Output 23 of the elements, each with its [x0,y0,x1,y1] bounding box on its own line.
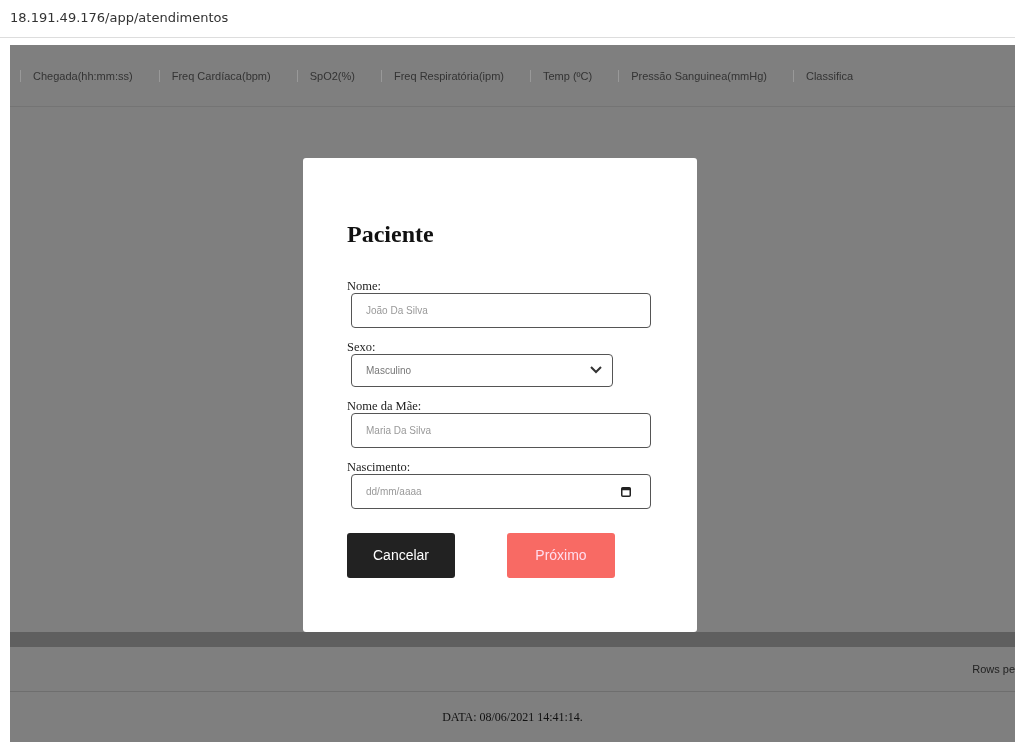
text-field[interactable]: João Da Silva [351,292,651,328]
calendar-icon[interactable] [621,486,631,497]
field-label: Sexo: [347,339,377,354]
column-header[interactable]: Chegada(hh:mm:ss) [20,69,145,82]
date-field[interactable]: dd/mm/aaaa [351,473,651,509]
cancel-button[interactable]: Cancelar [347,532,455,578]
field-label: Nascimento: [347,459,412,474]
column-header[interactable]: Freq Respiratória(ipm) [380,69,516,82]
address-bar[interactable]: 18.191.49.176/app/atendimentos [0,0,1015,38]
column-header[interactable]: Pressão Sanguinea(mmHg) [618,69,779,82]
footer-date-text: DATA: 08/06/2021 14:41:14. [442,709,583,726]
column-header[interactable]: Classifica [792,69,866,82]
column-header[interactable]: Temp (ºC) [530,69,605,82]
chevron-down-icon [590,366,602,375]
field-label: Nome: [347,278,383,293]
select-field[interactable]: Masculino [351,353,613,387]
text-field[interactable]: Maria Da Silva [351,412,651,448]
rows-per-page-label: Rows pe [972,661,1015,677]
column-header[interactable]: Freq Cardíaca(bpm) [158,69,283,82]
field-label: Nome da Mãe: [347,398,423,413]
next-button[interactable]: Próximo [507,532,615,578]
column-header[interactable]: SpO2(%) [296,69,367,82]
modal-title: Paciente [347,220,435,249]
